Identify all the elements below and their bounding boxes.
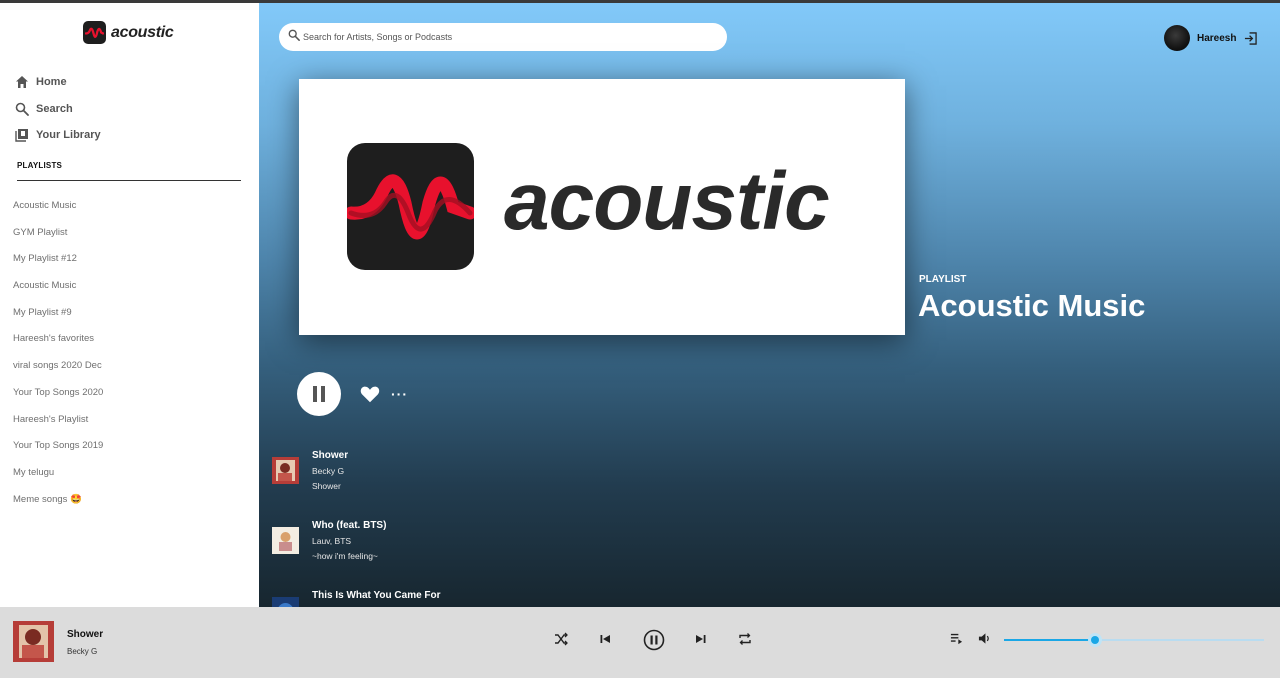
playlist-controls: ···	[297, 372, 408, 416]
now-playing-artist: Becky G	[67, 647, 98, 656]
shuffle-icon[interactable]	[553, 631, 569, 647]
track-art	[272, 457, 299, 484]
playlist-item[interactable]: GYM Playlist	[13, 225, 103, 252]
user-name: Hareesh	[1197, 32, 1237, 44]
home-icon	[14, 75, 29, 90]
playlist-item[interactable]: Acoustic Music	[13, 278, 103, 305]
playlist-item[interactable]: Your Top Songs 2019	[13, 438, 103, 465]
playlist-item[interactable]: My Playlist #12	[13, 251, 103, 278]
next-icon[interactable]	[693, 631, 709, 647]
track-artist: Lauv, BTS	[312, 536, 352, 546]
track-album: ~how i'm feeling~	[312, 551, 378, 561]
acoustic-logo-icon	[347, 143, 474, 270]
playlists-divider	[17, 180, 241, 181]
sidebar: acoustic Home Search Your Library PLAYLI…	[0, 3, 259, 607]
playlist-item[interactable]: Hareesh's Playlist	[13, 412, 103, 439]
now-playing-title: Shower	[67, 629, 104, 640]
play-pause-button[interactable]	[643, 629, 665, 651]
track-artist: Becky G	[312, 466, 345, 476]
playlist-item[interactable]: Acoustic Music	[13, 198, 103, 225]
track-art	[272, 597, 299, 607]
playlist-list: Acoustic Music GYM Playlist My Playlist …	[13, 198, 103, 518]
avatar[interactable]	[1164, 25, 1190, 51]
main-content: Hareesh acoustic PLAYLIST Acoustic Music…	[259, 3, 1280, 607]
track-album: Shower	[312, 481, 341, 491]
volume-icon[interactable]	[978, 632, 992, 646]
playlist-item[interactable]: Your Top Songs 2020	[13, 385, 103, 412]
logout-icon[interactable]	[1244, 31, 1258, 45]
nav-your-library[interactable]: Your Library	[14, 122, 101, 149]
nav-home[interactable]: Home	[14, 69, 101, 96]
playlist-item[interactable]: viral songs 2020 Dec	[13, 358, 103, 385]
queue-icon[interactable]	[950, 632, 964, 646]
nav-search[interactable]: Search	[14, 96, 101, 123]
acoustic-logo-icon	[83, 21, 106, 44]
heart-icon[interactable]	[359, 383, 381, 405]
more-options-icon[interactable]: ···	[391, 387, 408, 401]
repeat-icon[interactable]	[737, 631, 753, 647]
volume-thumb[interactable]	[1088, 633, 1102, 647]
search-bar[interactable]	[279, 23, 727, 51]
nav-your-library-label: Your Library	[36, 129, 101, 142]
main-nav: Home Search Your Library	[14, 69, 101, 149]
brand[interactable]: acoustic	[83, 21, 174, 44]
track-title: Shower	[312, 450, 349, 461]
brand-name: acoustic	[111, 23, 174, 41]
search-icon	[288, 28, 300, 46]
player-bar: Shower Becky G	[0, 607, 1280, 678]
pause-button[interactable]	[297, 372, 341, 416]
playlists-heading: PLAYLISTS	[17, 161, 63, 170]
track-title: Who (feat. BTS)	[312, 520, 387, 531]
volume-fill	[1004, 639, 1095, 641]
search-icon	[14, 101, 29, 116]
playlist-type-label: PLAYLIST	[919, 274, 967, 285]
playlist-cover: acoustic	[299, 79, 905, 335]
playlist-item[interactable]: Meme songs 🤩	[13, 492, 103, 519]
now-playing-art	[13, 621, 54, 662]
playlist-title: Acoustic Music	[918, 288, 1146, 323]
nav-home-label: Home	[36, 76, 67, 89]
volume-slider[interactable]	[1004, 633, 1264, 647]
playlist-item[interactable]: Hareesh's favorites	[13, 331, 103, 358]
search-input[interactable]	[303, 32, 713, 42]
nav-search-label: Search	[36, 102, 73, 115]
playlist-item[interactable]: My Playlist #9	[13, 305, 103, 332]
previous-icon[interactable]	[597, 631, 613, 647]
user-menu[interactable]: Hareesh	[1164, 25, 1258, 51]
pause-icon	[313, 386, 325, 402]
track-art	[272, 527, 299, 554]
playlist-item[interactable]: My telugu	[13, 465, 103, 492]
track-title: This Is What You Came For	[312, 590, 441, 601]
cover-wordmark: acoustic	[504, 156, 830, 247]
library-icon	[14, 128, 29, 143]
